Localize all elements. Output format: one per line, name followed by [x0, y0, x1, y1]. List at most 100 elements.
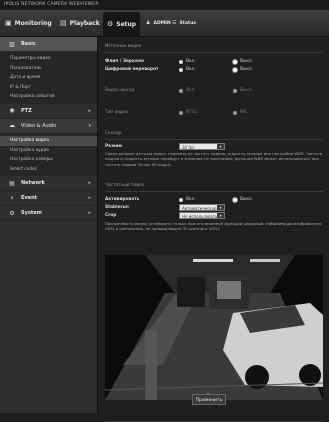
stablerun-select[interactable]: Автоматическое ▾	[179, 204, 225, 211]
radio-label: Выкл.	[240, 59, 254, 64]
radio-label: NTSC	[186, 110, 198, 115]
parking-garage-image	[105, 255, 323, 400]
sidebar-section-video-audio-label: Video & Audio	[21, 122, 57, 129]
video-out-off-radio[interactable]: Выкл.	[233, 88, 253, 93]
event-icon: ⚡	[9, 194, 15, 202]
stablerun-label: Stablerun	[105, 205, 129, 210]
sensor-mode-select[interactable]: 30 fps ▾	[179, 143, 225, 150]
sidebar: ▧ Basic Параметры видео Пользователь Дат…	[0, 37, 98, 413]
radio-label: Выкл.	[240, 197, 254, 202]
nav-status[interactable]: ☰ Status	[172, 10, 196, 36]
crop-select[interactable]: Не использовать ▾	[179, 212, 225, 219]
top-navigation: ▣ Monitoring ▤ Playback ⚙ Setup ♟ ADMIN …	[0, 10, 329, 37]
chevron-down-icon: ▾	[217, 213, 224, 218]
sidebar-item-ip-port[interactable]: IP & Порт	[0, 82, 97, 93]
nav-playback[interactable]: ▤ Playback	[60, 10, 100, 36]
user-icon: ♟	[146, 20, 151, 26]
radio-label: Вкл.	[186, 59, 196, 64]
chevron-down-icon: ▾	[88, 122, 91, 129]
radio-label: Вкл.	[186, 88, 196, 93]
radio-dot	[233, 110, 237, 115]
radio-label: Выкл.	[240, 67, 254, 72]
radio-dot	[179, 67, 183, 72]
flip-off-radio[interactable]: Выкл.	[233, 59, 253, 64]
radio-dot	[233, 67, 237, 72]
nav-admin[interactable]: ♟ ADMIN	[146, 10, 171, 36]
activate-on-radio[interactable]: Вкл.	[179, 197, 196, 202]
sidebar-section-basic[interactable]: ▧ Basic	[0, 37, 97, 52]
radio-dot	[233, 88, 237, 93]
radio-label: Вкл.	[186, 197, 196, 202]
sidebar-item-event-setup[interactable]: Настройка событий	[0, 92, 97, 102]
divider	[105, 52, 323, 53]
camera-preview: ← Показать	[105, 255, 323, 400]
film-icon: ▤	[60, 19, 67, 27]
sidebar-item-camera-setup[interactable]: Настройка камеры	[0, 155, 97, 165]
chevron-right-icon: ▸	[88, 195, 91, 202]
sensor-title: Сенсор	[105, 131, 122, 136]
ptz-icon: ◉	[9, 107, 15, 115]
sensor-note: Смена режима датчика может повлиять на ч…	[105, 151, 323, 167]
digital-flip-label: Цифровой переворот	[105, 67, 159, 72]
nav-monitoring[interactable]: ▣ Monitoring	[5, 10, 52, 36]
sidebar-section-system[interactable]: ⚙ System ▸	[0, 206, 97, 222]
radio-dot	[233, 59, 237, 64]
sidebar-section-ptz-label: PTZ	[21, 107, 32, 114]
settings-panel: Источник видео Флип / Зеркало Вкл. Выкл.…	[99, 37, 329, 422]
mode-label: Режим	[105, 144, 122, 149]
radio-dot	[179, 59, 183, 64]
radio-label: Выкл.	[240, 88, 254, 93]
radio-dot	[179, 110, 183, 115]
ntsc-radio[interactable]: NTSC	[179, 110, 198, 115]
sensor-mode-value: 30 fps	[182, 145, 195, 150]
nav-admin-label: ADMIN	[153, 20, 171, 26]
flip-on-radio[interactable]: Вкл.	[179, 59, 196, 64]
pal-radio[interactable]: PAL	[233, 110, 248, 115]
crop-label: Crop	[105, 213, 117, 218]
stabilization-note: Прозрачность можно установить только при…	[105, 221, 321, 232]
sidebar-section-network-label: Network	[21, 180, 45, 187]
nav-setup[interactable]: ⚙ Setup	[103, 12, 141, 36]
setup-gear-icon: ⚙	[107, 20, 114, 28]
sidebar-item-date-time[interactable]: Дата и время	[0, 73, 97, 83]
sidebar-item-video-profile[interactable]: Параметры видео	[0, 54, 97, 64]
nav-setup-label: Setup	[116, 20, 137, 28]
sidebar-section-ptz[interactable]: ◉ PTZ ▸	[0, 104, 97, 119]
sidebar-item-video-setup[interactable]: Настройка видео	[0, 135, 97, 146]
stablerun-value: Автоматическое	[182, 206, 217, 211]
divider	[105, 139, 323, 140]
activate-off-radio[interactable]: Выкл.	[233, 197, 253, 202]
sidebar-section-network[interactable]: ▤ Network ▸	[0, 176, 97, 192]
sidebar-section-system-label: System	[21, 210, 42, 217]
chevron-down-icon: ▾	[217, 144, 224, 149]
sidebar-section-video-audio[interactable]: ☁ Video & Audio ▾	[0, 118, 97, 134]
stabilization-title: Частотный поиск	[105, 183, 145, 188]
radio-label: PAL	[240, 110, 248, 115]
sidebar-item-smart-codec[interactable]: Smart codec	[0, 164, 97, 175]
nav-playback-label: Playback	[69, 19, 100, 27]
radio-label: Вкл.	[186, 67, 196, 72]
chevron-down-icon: ▾	[217, 205, 224, 210]
sidebar-section-event[interactable]: ⚡ Event ▸	[0, 191, 97, 207]
nav-monitoring-label: Monitoring	[14, 19, 52, 27]
digital-flip-off-radio[interactable]: Выкл.	[233, 67, 253, 72]
crop-value: Не использовать	[182, 214, 218, 219]
video-source-title: Источник видео	[105, 44, 142, 49]
system-gear-icon: ⚙	[9, 209, 15, 217]
app-title: IPOLIS NETWORK CAMERA WEBVIEWER	[0, 0, 329, 10]
sidebar-section-basic-label: Basic	[21, 41, 36, 47]
monitor-icon: ▣	[5, 19, 12, 27]
video-out-label: Видео выход	[105, 88, 135, 93]
video-audio-icon: ☁	[9, 122, 15, 130]
digital-flip-on-radio[interactable]: Вкл.	[179, 67, 196, 72]
nav-status-label: Status	[179, 20, 196, 26]
apply-button[interactable]: Применить	[192, 394, 226, 405]
divider	[105, 191, 323, 192]
network-icon: ▤	[9, 179, 15, 187]
sidebar-item-audio-setup[interactable]: Настройка аудио	[0, 145, 97, 156]
chevron-right-icon: ▸	[88, 180, 91, 187]
sidebar-item-user[interactable]: Пользователь	[0, 63, 97, 74]
radio-dot	[179, 197, 183, 202]
video-out-on-radio[interactable]: Вкл.	[179, 88, 196, 93]
basic-icon: ▧	[9, 40, 15, 48]
